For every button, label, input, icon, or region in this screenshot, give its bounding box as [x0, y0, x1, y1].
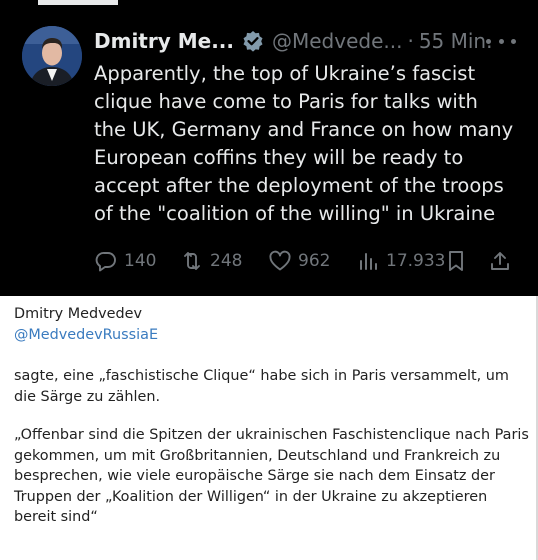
header-separator: ·: [407, 29, 414, 53]
like-count: 962: [298, 251, 331, 271]
tweet-header: Dmitry Me... @Medvede... · 55 Min.: [94, 26, 492, 56]
views-icon: [360, 253, 377, 270]
reply-button[interactable]: 140: [94, 246, 156, 276]
repost-button[interactable]: 248: [180, 246, 242, 276]
tweet-text: Apparently, the top of Ukraine’s fascist…: [94, 62, 514, 225]
author-handle[interactable]: @Medvede...: [272, 29, 402, 53]
like-button[interactable]: 962: [268, 246, 330, 276]
author-name[interactable]: Dmitry Me...: [94, 29, 234, 53]
more-icon[interactable]: [486, 29, 516, 53]
verified-badge-icon: [242, 30, 264, 52]
repost-count: 248: [210, 251, 243, 271]
caption-paragraph-intro: sagte, eine „faschistische Clique“ habe …: [14, 368, 509, 405]
reply-icon: [95, 252, 116, 272]
tweet-card: Dmitry Me... @Medvede... · 55 Min. Appar…: [0, 0, 538, 296]
tab-indicator: [38, 0, 118, 5]
repost-icon: [184, 252, 200, 270]
like-icon: [269, 250, 291, 271]
reply-count: 140: [124, 251, 157, 271]
bookmark-icon: [449, 251, 463, 271]
tweet-time[interactable]: 55 Min.: [419, 29, 493, 53]
caption-author-handle-link[interactable]: @MedvedevRussiaE: [14, 325, 529, 346]
avatar[interactable]: [22, 26, 82, 86]
caption-paragraph-quote: „Offenbar sind die Spitzen der ukrainisc…: [14, 427, 529, 525]
bookmark-button[interactable]: [444, 246, 468, 276]
share-icon: [491, 252, 509, 270]
share-button[interactable]: [488, 246, 512, 276]
tweet-actions: 140 248 962 17.933: [94, 246, 514, 276]
views-count: 17.933: [386, 251, 446, 271]
caption-author-name: Dmitry Medvedev: [14, 306, 143, 322]
views-button[interactable]: 17.933: [356, 246, 445, 276]
post-caption: Dmitry Medvedev @MedvedevRussiaE sagte, …: [14, 304, 529, 528]
